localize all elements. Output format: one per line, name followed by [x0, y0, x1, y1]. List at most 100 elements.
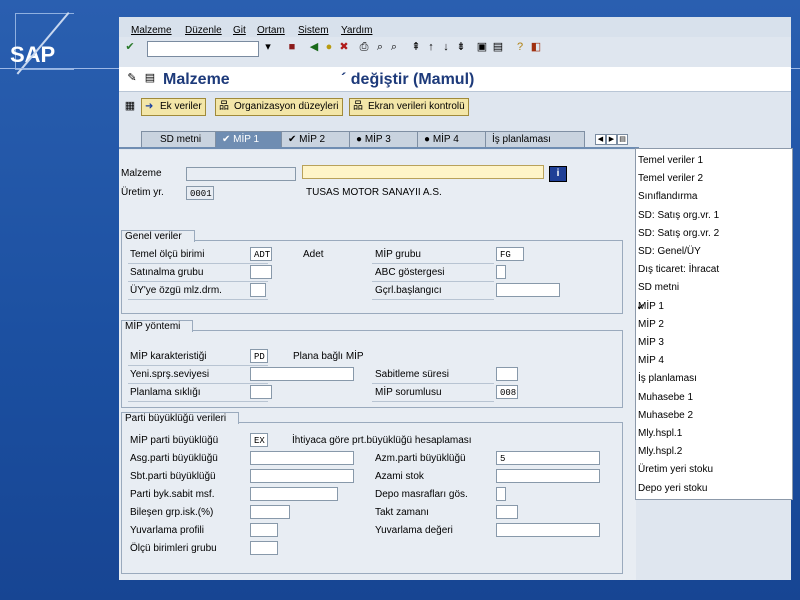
tab-label: MİP 3 — [364, 134, 391, 145]
uy-field[interactable] — [250, 283, 266, 297]
menu-yardim[interactable]: Yardım — [341, 25, 373, 36]
azm-parti-field[interactable]: 5 — [496, 451, 600, 465]
menu-git[interactable]: Git — [233, 25, 246, 36]
cancel-icon[interactable]: ✖ — [337, 40, 351, 54]
org-levels-button[interactable]: 品 Organizasyon düzeyleri — [215, 98, 343, 116]
help-icon[interactable]: ? — [513, 40, 527, 54]
dropdown-item[interactable]: Temel veriler 1 — [638, 152, 788, 170]
tab-scroll-left-icon[interactable]: ◀ — [595, 134, 606, 145]
other-material-icon[interactable]: ▤ — [143, 71, 157, 85]
command-dropdown-icon[interactable]: ▾ — [261, 40, 275, 54]
takt-field[interactable] — [496, 505, 518, 519]
tab-is-planlamasi[interactable]: İş planlaması — [485, 131, 585, 148]
find-icon[interactable]: ⌕ — [373, 40, 387, 54]
azami-stok-label: Azami stok — [375, 471, 424, 482]
tab-scroll-right-icon[interactable]: ▶ — [606, 134, 617, 145]
check-screen-button[interactable]: 品 Ekran verileri kontrolü — [349, 98, 469, 116]
menu-sistem[interactable]: Sistem — [298, 25, 329, 36]
shortcut-icon[interactable]: ▤ — [491, 40, 505, 54]
dropdown-item[interactable]: SD metni — [638, 279, 788, 297]
next-page-icon[interactable]: ↓ — [439, 40, 453, 54]
mip-kar-field[interactable]: PD — [250, 349, 268, 363]
yuvarlama-degeri-field[interactable] — [496, 523, 600, 537]
dropdown-item[interactable]: Muhasebe 2 — [638, 407, 788, 425]
ek-veriler-button[interactable]: ➜ Ek veriler — [141, 98, 206, 116]
dropdown-item[interactable]: ✔ MİP 1 — [637, 298, 788, 316]
parti-byk-field[interactable] — [250, 487, 338, 501]
enter-icon[interactable]: ✔ — [123, 40, 137, 54]
save-icon[interactable]: ■ — [285, 40, 299, 54]
application-toolbar: ▦ ➜ Ek veriler 品 Organizasyon düzeyleri … — [119, 95, 791, 117]
layout-menu-icon[interactable]: ◧ — [529, 40, 543, 54]
menu-ortam[interactable]: Ortam — [257, 25, 285, 36]
dropdown-item-label: MİP 3 — [638, 337, 664, 348]
tab-mip-1[interactable]: ✔ MİP 1 — [215, 131, 285, 148]
yuvarlama-profili-field[interactable] — [250, 523, 278, 537]
dropdown-item[interactable]: SD: Satış org.vr. 1 — [638, 207, 788, 225]
uretim-field: 0001 — [186, 186, 214, 200]
yeni-sprs-field[interactable] — [250, 367, 354, 381]
dropdown-item[interactable]: SD: Satış org.vr. 2 — [638, 225, 788, 243]
tab-mip-2[interactable]: ✔ MİP 2 — [281, 131, 351, 148]
asg-parti-field[interactable] — [250, 451, 354, 465]
row-separator — [372, 263, 494, 264]
display-change-icon[interactable]: ✎ — [125, 71, 139, 85]
malzeme-description-field — [302, 165, 544, 179]
mip-parti-field[interactable]: EX — [250, 433, 268, 447]
back-icon[interactable]: ◀ — [307, 40, 321, 54]
command-field[interactable] — [147, 41, 259, 57]
azm-parti-label: Azm.parti büyüklüğü — [375, 453, 466, 464]
tab-label: MİP 1 — [233, 134, 260, 145]
find-next-icon[interactable]: ⌕ — [387, 40, 401, 54]
abc-field[interactable] — [496, 265, 506, 279]
mip-sorumlu-field[interactable]: 008 — [496, 385, 518, 399]
sabitleme-field[interactable] — [496, 367, 518, 381]
tab-navigation: ◀ ▶ ▤ — [595, 133, 635, 145]
bilesen-field[interactable] — [250, 505, 290, 519]
dropdown-item-label: SD: Satış org.vr. 1 — [638, 209, 720, 221]
new-session-icon[interactable]: ▣ — [475, 40, 489, 54]
dropdown-item[interactable]: Depo yeri stoku — [638, 480, 788, 498]
views-icon[interactable]: ▦ — [123, 99, 137, 113]
planlama-field[interactable] — [250, 385, 272, 399]
satinalma-field[interactable] — [250, 265, 272, 279]
mip-kar-text: Plana bağlı MİP — [293, 351, 364, 362]
menu-malzeme[interactable]: Malzeme — [131, 25, 172, 36]
azami-stok-field[interactable] — [496, 469, 600, 483]
tab-mip-3[interactable]: ● MİP 3 — [349, 131, 419, 148]
temel-olcu-field[interactable]: ADT — [250, 247, 272, 261]
olcu-grubu-label: Ölçü birimleri grubu — [130, 543, 217, 554]
gcrl-field[interactable] — [496, 283, 560, 297]
row-separator — [372, 401, 494, 402]
dropdown-item[interactable]: İş planlaması — [638, 370, 788, 388]
dropdown-item-label: Sınıflandırma — [638, 191, 698, 203]
dropdown-item[interactable]: MİP 3 — [638, 334, 788, 352]
tab-list-icon[interactable]: ▤ — [617, 134, 628, 145]
sbt-parti-field[interactable] — [250, 469, 354, 483]
dropdown-item[interactable]: MİP 2 — [638, 316, 788, 334]
olcu-grubu-field[interactable] — [250, 541, 278, 555]
first-page-icon[interactable]: ⇞ — [409, 40, 423, 54]
dropdown-item[interactable]: Temel veriler 2 — [638, 170, 788, 188]
dropdown-item[interactable]: SD: Genel/ÜY — [638, 243, 788, 261]
dropdown-item[interactable]: Dış ticaret: İhracat — [638, 261, 788, 279]
dropdown-item[interactable]: Üretim yeri stoku — [638, 461, 788, 479]
dropdown-item[interactable]: Sınıflandırma — [638, 188, 788, 206]
menu-duzenle[interactable]: Düzenle — [185, 25, 222, 36]
dropdown-item-label: Muhasebe 1 — [638, 391, 694, 403]
depo-masraf-field[interactable] — [496, 487, 506, 501]
prev-page-icon[interactable]: ↑ — [424, 40, 438, 54]
tab-mip-4[interactable]: ● MİP 4 — [417, 131, 487, 148]
exit-icon[interactable]: ● — [322, 40, 336, 54]
dropdown-item[interactable]: Muhasebe 1 — [638, 389, 788, 407]
dropdown-item[interactable]: Mly.hspl.2 — [638, 443, 788, 461]
print-icon[interactable]: ⎙ — [357, 40, 371, 54]
tab-sd-metni[interactable]: SD metni — [141, 131, 225, 148]
last-page-icon[interactable]: ⇟ — [454, 40, 468, 54]
dropdown-item[interactable]: Mly.hspl.1 — [638, 425, 788, 443]
mip-grubu-field[interactable]: FG — [496, 247, 524, 261]
dropdown-item[interactable]: MİP 4 — [638, 352, 788, 370]
group-title: MİP yöntemi — [121, 320, 194, 332]
yuvarlama-profili-label: Yuvarlama profili — [130, 525, 204, 536]
info-icon[interactable]: i — [549, 166, 567, 182]
